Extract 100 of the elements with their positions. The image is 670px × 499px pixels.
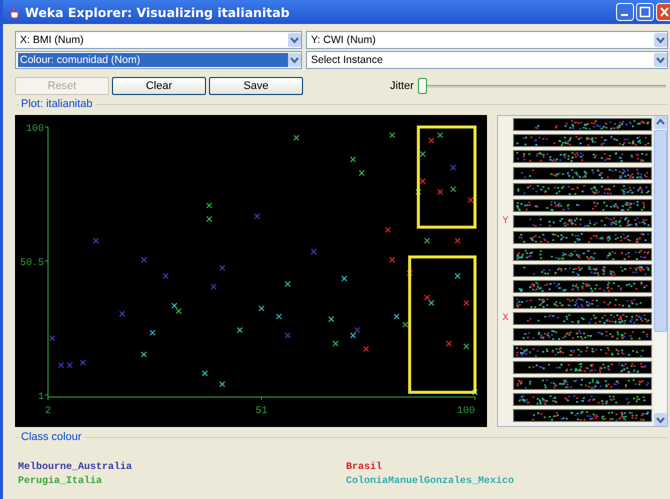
chevron-down-icon — [654, 53, 667, 67]
data-point — [284, 280, 291, 288]
data-point — [463, 300, 470, 306]
data-point — [362, 346, 370, 352]
mini-scatter-drawing[interactable] — [513, 312, 652, 326]
mini-scatter-drawing[interactable] — [513, 134, 652, 148]
close-button[interactable] — [656, 3, 670, 21]
data-point — [328, 316, 334, 322]
toolbar-button[interactable]: Clear — [112, 77, 206, 95]
mini-scatter-drawing[interactable] — [513, 377, 652, 390]
data-point — [254, 213, 260, 220]
mini-scatter-drawing[interactable] — [513, 118, 652, 131]
jitter-slider[interactable] — [418, 78, 666, 94]
chevron-down-icon[interactable] — [654, 413, 667, 426]
chevron-down-icon — [288, 53, 301, 67]
toolbar-button[interactable]: Save — [209, 77, 303, 95]
dropdown[interactable]: Select Instance — [306, 51, 668, 69]
data-point — [389, 256, 396, 263]
data-point — [276, 313, 282, 320]
data-point — [162, 272, 169, 279]
chevron-up-icon[interactable] — [654, 116, 667, 129]
data-point — [415, 188, 422, 196]
legend-label: Brasil — [346, 462, 384, 473]
tick-label: 100 — [456, 406, 475, 417]
data-point — [424, 238, 430, 244]
coffee-cup-icon — [9, 5, 21, 19]
scrollbar-thumb[interactable] — [654, 130, 667, 332]
data-point — [293, 134, 300, 141]
legend-label: Melbourne_Australia — [18, 462, 134, 473]
group-title: Plot: italianitab — [19, 98, 95, 110]
data-point — [450, 186, 456, 192]
tick-label: 100 — [26, 124, 44, 135]
data-point — [210, 284, 217, 290]
data-point — [389, 132, 396, 138]
data-point — [437, 132, 444, 138]
data-point — [420, 178, 426, 184]
data-point — [92, 238, 100, 244]
maximize-button[interactable] — [636, 3, 654, 21]
tick-label: 51 — [256, 406, 268, 417]
data-point — [454, 272, 461, 279]
mini-scatter-drawing[interactable] — [513, 280, 652, 293]
data-point — [140, 256, 147, 263]
mini-scatter-drawing[interactable] — [513, 264, 652, 277]
mini-scatter-drawing[interactable] — [513, 231, 652, 244]
mini-scatter-drawing[interactable] — [513, 409, 652, 422]
mini-scatter-drawing[interactable] — [513, 328, 652, 342]
data-point — [358, 170, 365, 176]
mini-scatter-drawing[interactable] — [513, 198, 652, 212]
data-point — [437, 188, 444, 196]
minimize-button[interactable] — [616, 3, 634, 21]
data-point — [406, 270, 413, 276]
data-point — [49, 335, 56, 342]
data-point — [384, 226, 391, 233]
chevron-down-icon — [654, 33, 667, 47]
tick-label: 1 — [38, 392, 44, 403]
data-point — [402, 322, 408, 328]
data-point — [258, 305, 265, 312]
legend-label: ColoniaManuelGonzales_Mexico — [346, 476, 516, 487]
mini-scatter-drawing[interactable] — [513, 344, 652, 358]
axis-marker: X — [502, 313, 508, 324]
data-point — [341, 276, 348, 282]
tick-label: 2 — [45, 406, 51, 417]
mini-scatter-drawing[interactable] — [513, 150, 652, 164]
data-point — [463, 343, 470, 350]
axis-marker: Y — [502, 216, 508, 228]
data-point — [428, 137, 435, 144]
slider-thumb[interactable] — [418, 78, 427, 94]
mini-scatter-drawing[interactable] — [513, 182, 652, 196]
data-point — [219, 381, 226, 388]
mini-scatter-drawing[interactable] — [513, 166, 652, 180]
mini-scatter-drawing[interactable] — [513, 360, 652, 374]
dropdown[interactable]: Colour: comunidad (Nom) — [15, 51, 302, 69]
jitter-label: Jitter — [390, 80, 414, 92]
data-point — [149, 330, 156, 336]
data-point — [454, 238, 461, 244]
data-point — [393, 313, 400, 320]
chevron-down-icon — [288, 33, 301, 47]
data-point — [446, 340, 452, 347]
data-point — [80, 359, 86, 366]
data-point — [236, 326, 243, 334]
data-point — [284, 332, 291, 339]
data-point — [472, 389, 478, 396]
mini-scatter-drawing[interactable] — [513, 393, 652, 406]
tick-label: 50.5 — [20, 258, 44, 269]
mini-scatter-drawing[interactable] — [513, 248, 652, 260]
scrollbar[interactable] — [654, 116, 667, 426]
data-point — [310, 248, 317, 255]
data-point — [58, 362, 64, 368]
data-point — [206, 216, 212, 222]
dropdown[interactable]: X: BMI (Num) — [15, 31, 302, 49]
mini-scatter-drawing[interactable] — [513, 296, 652, 310]
mini-scatter-drawing[interactable] — [513, 215, 652, 228]
legend-label: Perugia_Italia — [18, 476, 104, 487]
dropdown[interactable]: Y: CWI (Num) — [306, 31, 668, 49]
data-point — [140, 351, 147, 358]
window-title: Weka Explorer: Visualizing italianitab — [25, 4, 290, 20]
data-point — [219, 264, 226, 271]
group-title: Class colour — [19, 431, 84, 443]
data-point — [332, 340, 339, 347]
data-point — [202, 370, 208, 376]
